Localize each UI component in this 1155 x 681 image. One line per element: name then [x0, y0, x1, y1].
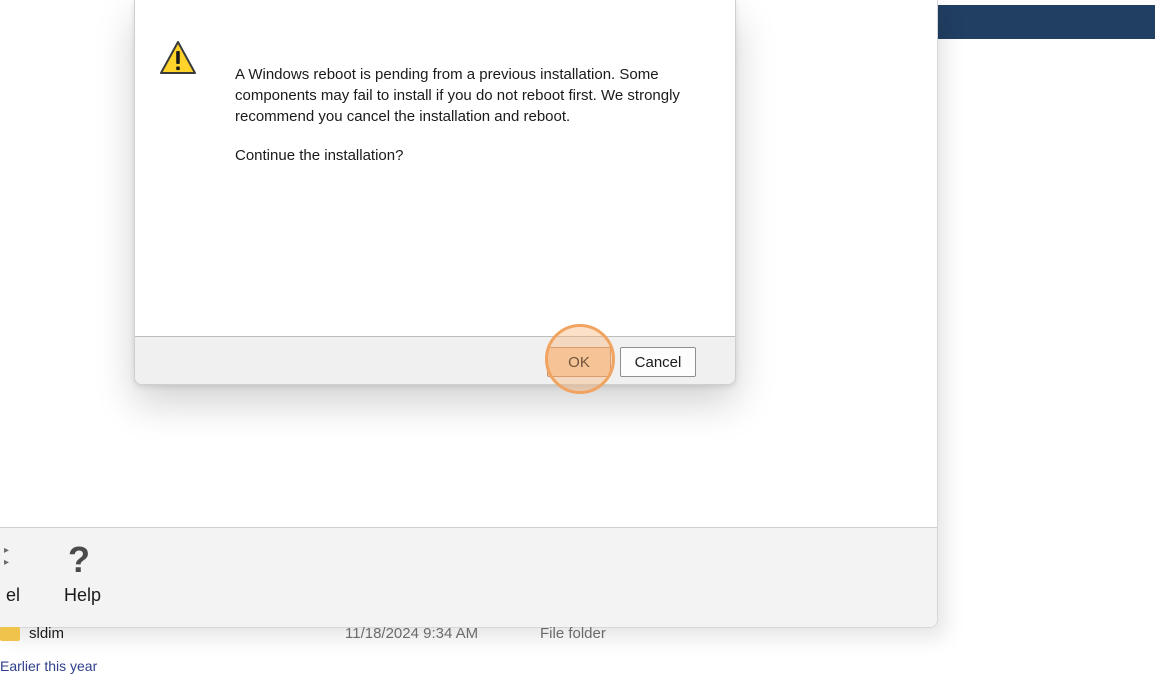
- dialog-body: A Windows reboot is pending from a previ…: [135, 0, 735, 336]
- ok-button[interactable]: OK: [547, 347, 611, 377]
- file-row[interactable]: sldim 11/18/2024 9:34 AM File folder: [0, 622, 937, 646]
- cancel-button[interactable]: Cancel: [620, 347, 696, 377]
- file-name: sldim: [29, 625, 65, 642]
- reboot-warning-dialog: A Windows reboot is pending from a previ…: [134, 0, 736, 385]
- file-type: File folder: [540, 625, 606, 642]
- dialog-footer: OK Cancel: [135, 336, 735, 384]
- help-icon[interactable]: ?: [68, 540, 90, 580]
- dialog-question: Continue the installation?: [235, 147, 404, 164]
- warning-icon: [160, 41, 196, 74]
- group-header-earlier-this-year[interactable]: Earlier this year: [0, 658, 97, 674]
- folder-icon: [0, 627, 20, 641]
- toolbar-cancel-label[interactable]: el: [6, 585, 20, 606]
- help-button-label[interactable]: Help: [64, 585, 101, 606]
- background-window-toolbar: [0, 528, 937, 627]
- file-date: 11/18/2024 9:34 AM: [345, 625, 479, 642]
- collapse-arrows-icon: ▸ ▸: [4, 545, 10, 568]
- dialog-message: A Windows reboot is pending from a previ…: [235, 66, 680, 125]
